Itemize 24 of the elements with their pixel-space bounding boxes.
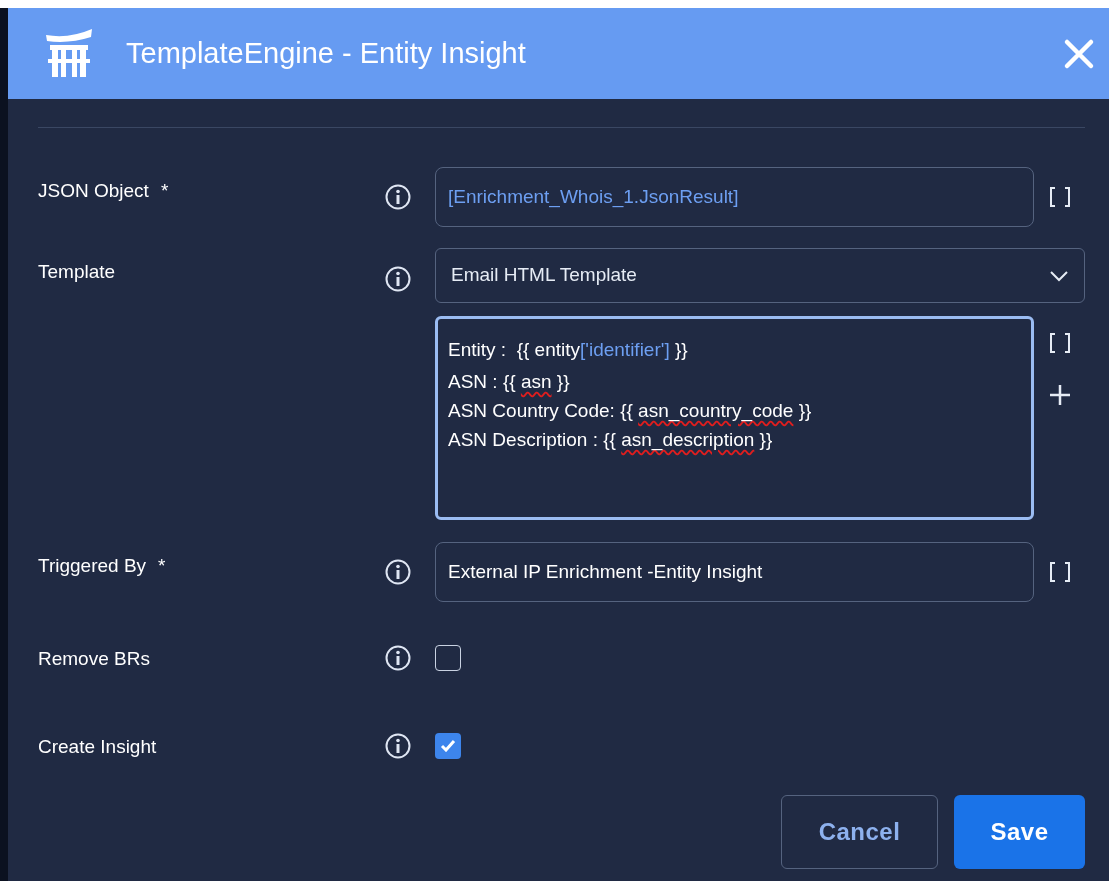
check-icon <box>440 739 456 752</box>
field-label: Create Insight <box>38 734 157 759</box>
info-icon[interactable] <box>385 732 411 759</box>
template-select[interactable]: Email HTML Template <box>435 248 1085 303</box>
dialog-title: TemplateEngine - Entity Insight <box>126 35 527 71</box>
code-editor[interactable]: Entity : {{ entity['identifier'] }} ASN : {{ asn }} ASN Country Code: {{ asn_country_code }} ASN Description : {{ asn_description }} <box>435 316 1034 520</box>
text-field[interactable]: External IP Enrichment -Entity Insight <box>435 542 1034 602</box>
info-icon[interactable] <box>385 266 411 292</box>
field-label: Remove BRs <box>38 647 150 671</box>
checkbox[interactable] <box>435 645 461 671</box>
field-label: JSON Object <box>38 179 149 203</box>
required-mark: * <box>158 554 166 578</box>
text-field[interactable]: [Enrichment_Whois_1.JsonResult] <box>435 167 1034 227</box>
info-icon[interactable] <box>385 184 411 210</box>
required-mark: * <box>160 179 169 203</box>
save-button[interactable]: Save <box>954 795 1085 869</box>
field-label: Triggered By <box>38 554 147 578</box>
torii-gate-icon <box>44 28 94 79</box>
chevron-down-icon <box>1049 269 1069 282</box>
checkbox[interactable] <box>435 732 461 759</box>
cancel-button[interactable]: Cancel <box>781 795 938 869</box>
info-icon[interactable] <box>385 559 411 585</box>
info-icon[interactable] <box>385 645 411 671</box>
field-label: Template <box>38 260 116 284</box>
